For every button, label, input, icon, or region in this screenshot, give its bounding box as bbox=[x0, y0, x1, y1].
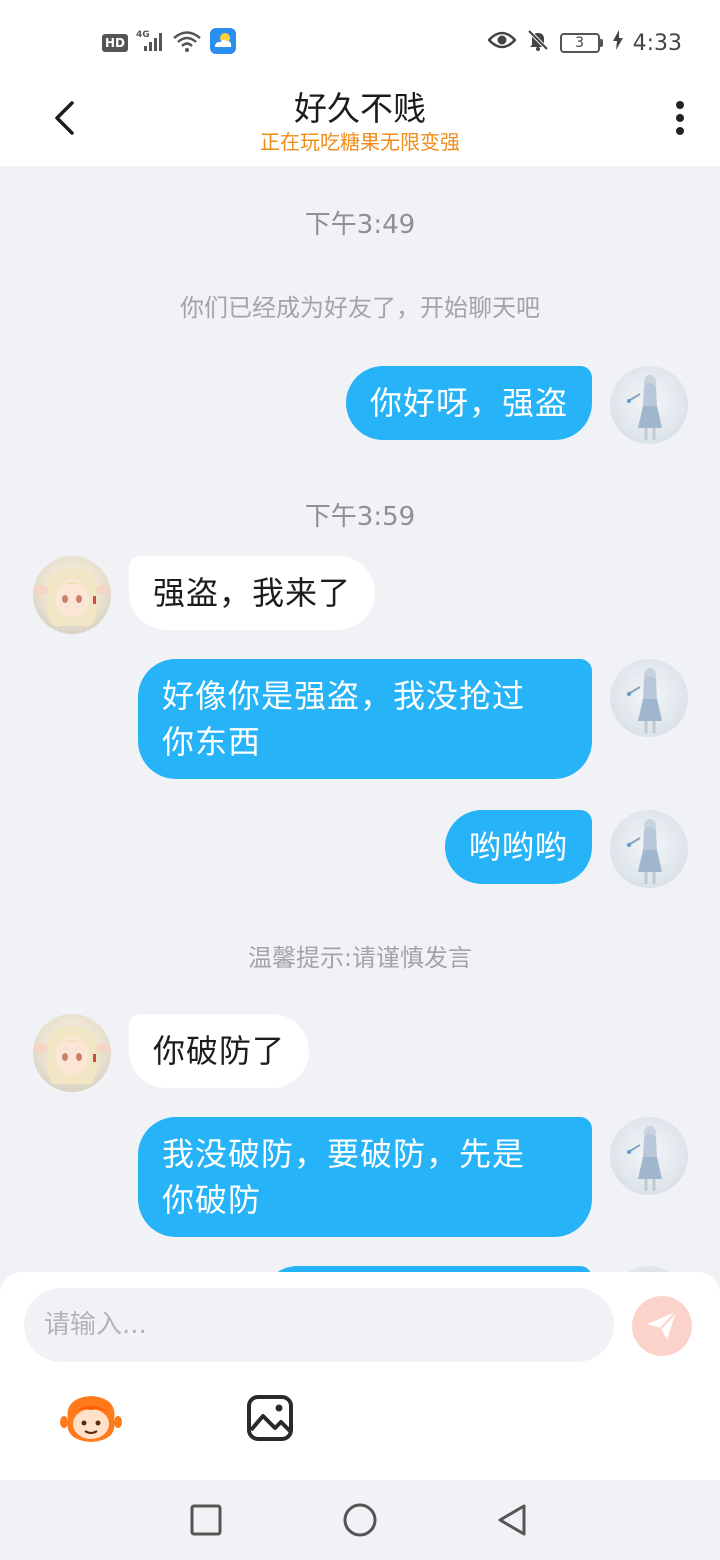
timestamp: 下午3:49 bbox=[304, 210, 416, 240]
system-nav-bar bbox=[0, 1480, 720, 1560]
message-bubble-self[interactable]: 你好呀，强盗 bbox=[345, 366, 592, 440]
image-button[interactable] bbox=[246, 1394, 294, 1442]
signal-icon: 4G bbox=[136, 29, 164, 57]
avatar-figure-icon bbox=[627, 668, 662, 733]
chat-screen: HD 4G 3 4:33 好久不贱 正在玩吃糖果无限变强 下午3:49 你们已经… bbox=[0, 0, 720, 1560]
weather-app-icon bbox=[210, 28, 237, 58]
message-bubble-self[interactable]: 我没破防，要破防，先是 你破防 bbox=[138, 1117, 592, 1237]
charging-icon bbox=[612, 30, 623, 56]
emoji-icon bbox=[60, 1396, 122, 1442]
emoji-button[interactable] bbox=[60, 1390, 122, 1448]
message-line: 好像你是强盗，我没抢过 bbox=[162, 677, 526, 715]
message-bubble-other[interactable]: 你破防了 bbox=[129, 1014, 310, 1088]
status-left: HD 4G bbox=[102, 28, 237, 58]
system-message-friend: 你们已经成为好友了，开始聊天吧 bbox=[180, 294, 540, 322]
status-right: 3 4:33 bbox=[486, 28, 682, 58]
avatar-self[interactable] bbox=[610, 1117, 688, 1195]
recent-apps-icon bbox=[190, 1504, 222, 1536]
avatar-figure-icon bbox=[627, 375, 662, 440]
status-bar: HD 4G 3 4:33 bbox=[0, 0, 720, 80]
battery-tip bbox=[599, 39, 603, 47]
recent-apps-button[interactable] bbox=[186, 1500, 226, 1540]
timestamp: 下午3:59 bbox=[304, 502, 416, 532]
send-button[interactable] bbox=[632, 1296, 692, 1356]
home-icon bbox=[343, 1503, 377, 1537]
battery-icon: 3 bbox=[559, 33, 603, 53]
avatar-figure-icon bbox=[627, 1126, 662, 1191]
send-icon bbox=[647, 1311, 677, 1340]
chat-title: 好久不贱 bbox=[294, 89, 426, 128]
wifi-icon bbox=[172, 29, 202, 57]
avatar-figure-icon bbox=[627, 819, 662, 884]
message-list[interactable]: 下午3:49 你们已经成为好友了，开始聊天吧 你好呀，强盗 下午3:59 强盗，… bbox=[0, 166, 720, 1276]
avatar-other[interactable] bbox=[33, 1014, 111, 1092]
avatar-self[interactable] bbox=[610, 810, 688, 888]
input-panel bbox=[0, 1272, 720, 1480]
nav-back-button[interactable] bbox=[492, 1500, 532, 1540]
avatar-self[interactable] bbox=[610, 366, 688, 444]
clock-time: 4:33 bbox=[632, 30, 682, 56]
eye-icon bbox=[486, 30, 517, 56]
avatar-girl-icon bbox=[33, 1026, 111, 1084]
system-message-tip: 温馨提示:请谨慎发言 bbox=[247, 944, 473, 972]
avatar-other[interactable] bbox=[33, 556, 111, 634]
chat-subtitle: 正在玩吃糖果无限变强 bbox=[260, 130, 460, 154]
message-input[interactable] bbox=[24, 1288, 614, 1362]
svg-text:4G: 4G bbox=[136, 30, 150, 40]
hd-badge: HD bbox=[102, 34, 129, 52]
message-line: 你破防 bbox=[162, 1181, 262, 1219]
avatar-self[interactable] bbox=[610, 659, 688, 737]
home-button[interactable] bbox=[340, 1500, 380, 1540]
back-triangle-icon bbox=[498, 1504, 526, 1536]
message-bubble-self[interactable]: 好像你是强盗，我没抢过 你东西 bbox=[138, 659, 592, 779]
avatar-girl-icon bbox=[33, 568, 111, 626]
image-icon bbox=[247, 1395, 293, 1441]
more-options-button[interactable] bbox=[660, 90, 700, 146]
message-bubble-other[interactable]: 强盗，我来了 bbox=[129, 556, 376, 630]
message-line: 你东西 bbox=[162, 723, 262, 761]
more-vertical-icon bbox=[676, 101, 684, 135]
message-bubble-self[interactable]: 哟哟哟 bbox=[444, 810, 592, 884]
battery-level: 3 bbox=[559, 33, 600, 53]
mute-bell-icon bbox=[526, 28, 550, 58]
chat-header: 好久不贱 正在玩吃糖果无限变强 bbox=[0, 80, 720, 166]
message-line: 我没破防，要破防，先是 bbox=[162, 1135, 526, 1173]
